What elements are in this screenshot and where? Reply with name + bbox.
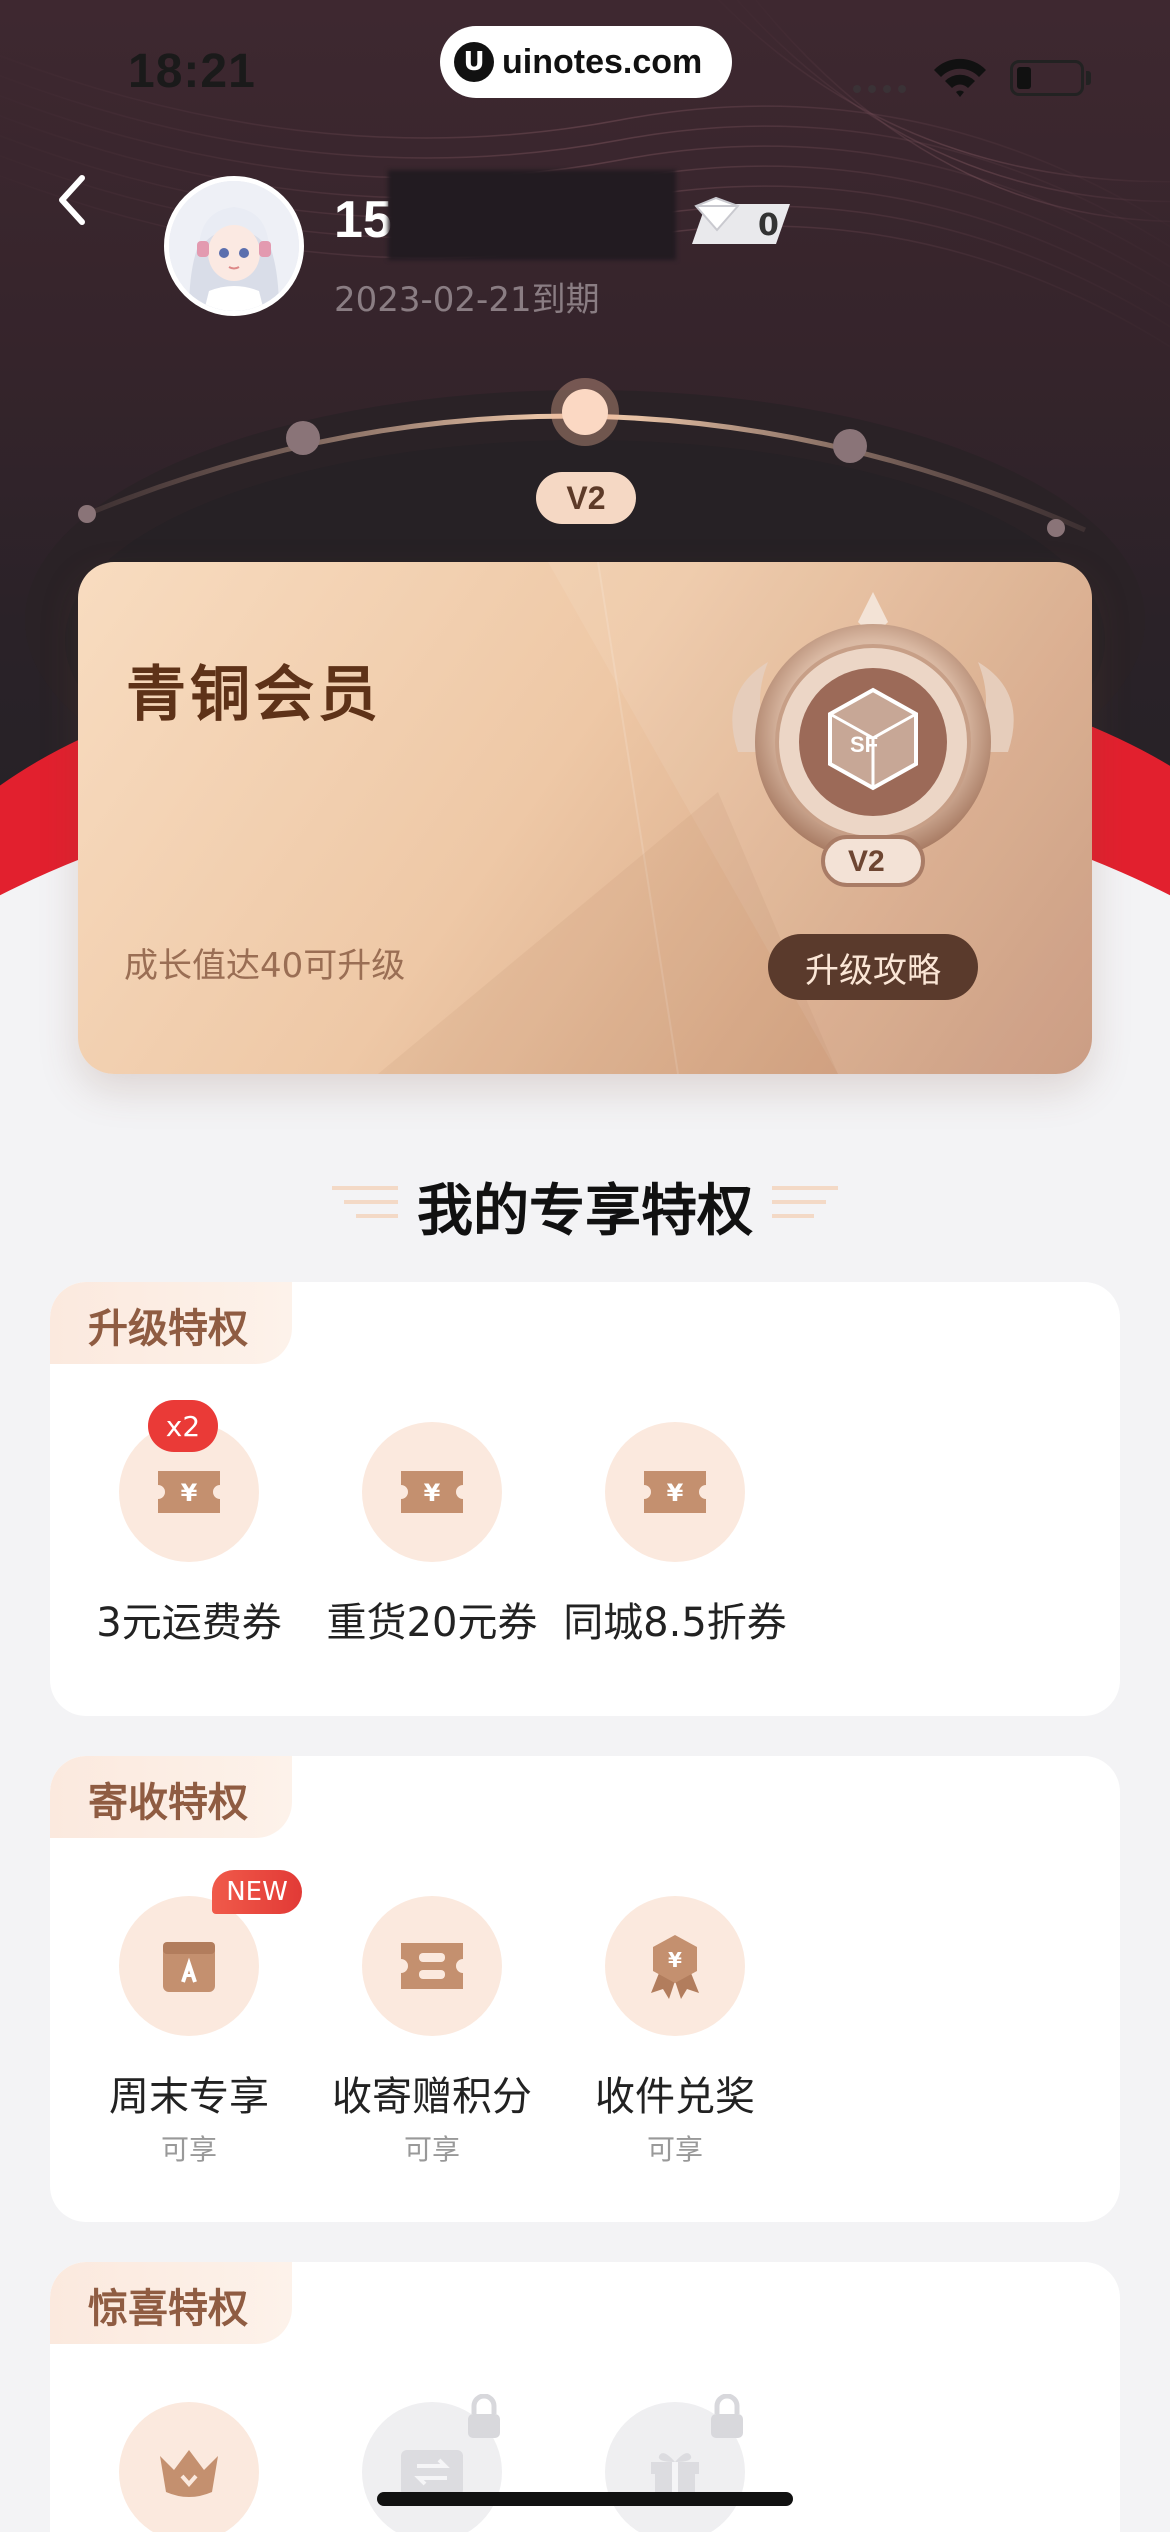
coupon-icon: ¥ xyxy=(605,1422,745,1562)
prize-ribbon-icon: ¥ xyxy=(605,1896,745,2036)
heading-decoration-right xyxy=(772,1186,838,1218)
perk-receive-prize[interactable]: ¥ 收件兑奖 可享 xyxy=(555,1896,795,2168)
lock-icon xyxy=(468,2394,500,2438)
battery-icon xyxy=(1010,60,1084,96)
bronze-medal-icon: SF V2 xyxy=(732,592,1014,887)
multiplier-badge: x2 xyxy=(148,1400,218,1452)
battery-cap xyxy=(1086,71,1091,85)
vip-diamond-badge xyxy=(692,196,790,244)
panel-title: 寄收特权 xyxy=(88,1780,248,1826)
perk-weekend-exclusive[interactable]: 周末专享 可享 xyxy=(69,1896,309,2168)
perk-crown[interactable] xyxy=(69,2402,309,2532)
svg-text:¥: ¥ xyxy=(424,1479,441,1507)
new-badge: NEW xyxy=(212,1870,302,1914)
svg-text:¥: ¥ xyxy=(181,1479,198,1507)
anime-avatar-image xyxy=(169,181,299,311)
svg-text:¥: ¥ xyxy=(667,1479,684,1507)
level-node-v3 xyxy=(833,429,867,463)
wifi-icon xyxy=(934,58,986,97)
current-level-tag: V2 xyxy=(536,472,636,524)
perk-label: 重货20元券 xyxy=(326,1600,538,1646)
perk-exchange-locked[interactable] xyxy=(312,2402,552,2532)
membership-expiry: 2023-02-21到期 xyxy=(334,280,600,320)
site-logo-icon: U xyxy=(454,42,494,82)
perk-label: 收件兑奖 xyxy=(595,2074,755,2120)
perk-gift-locked[interactable] xyxy=(555,2402,795,2532)
status-time: 18:21 xyxy=(128,45,256,98)
perk-shipping-coupon[interactable]: ¥ 3元运费券 xyxy=(69,1422,309,1648)
crown-icon xyxy=(119,2402,259,2532)
points-ticket-icon xyxy=(362,1896,502,2036)
perk-label: 同城8.5折券 xyxy=(563,1600,787,1646)
shipping-perks-panel: 寄收特权 周末专享 可享 收寄赠积分 可享 ¥ 收件兑奖 可享 xyxy=(50,1756,1120,2222)
perk-heavy-cargo-coupon[interactable]: ¥ 重货20元券 xyxy=(312,1422,552,1648)
site-badge-text: uinotes.com xyxy=(502,42,703,81)
level-progress-track xyxy=(78,378,1087,537)
level-node-current xyxy=(562,389,608,435)
level-node-v1 xyxy=(286,421,320,455)
level-node-v4 xyxy=(1047,519,1065,537)
perk-status: 可享 xyxy=(646,2133,703,2166)
exclusive-perks-heading: 我的专享特权 xyxy=(417,1179,753,1244)
member-level-card: 青铜会员 成长值达40可升级 升级攻略 SF V2 xyxy=(78,562,1092,1074)
perk-same-city-coupon[interactable]: ¥ 同城8.5折券 xyxy=(555,1422,795,1648)
cellular-signal-icon xyxy=(853,85,906,93)
calendar-box-icon xyxy=(119,1896,259,2036)
avatar[interactable] xyxy=(164,176,304,316)
back-arrow-icon[interactable] xyxy=(48,170,98,230)
svg-text:¥: ¥ xyxy=(668,1948,682,1972)
panel-title: 升级特权 xyxy=(88,1306,248,1352)
perk-label: 3元运费券 xyxy=(96,1600,282,1646)
svg-text:SF: SF xyxy=(850,732,878,757)
perk-status: 可享 xyxy=(160,2133,217,2166)
site-badge: U uinotes.com xyxy=(440,26,732,98)
perk-status: 可享 xyxy=(403,2133,460,2166)
member-tier-title: 青铜会员 xyxy=(126,660,382,730)
upgrade-hint: 成长值达40可升级 xyxy=(124,946,406,986)
upgrade-perks-panel: 升级特权 ¥ 3元运费券 ¥ 重货20元券 ¥ 同城8.5折券 xyxy=(50,1282,1120,1716)
level-node-v0 xyxy=(78,505,96,523)
home-indicator[interactable] xyxy=(377,2492,793,2506)
perk-label: 收寄赠积分 xyxy=(332,2074,532,2120)
user-name: 15 xyxy=(334,191,392,249)
redacted-phone-mask xyxy=(388,170,676,260)
coupon-icon: ¥ xyxy=(362,1422,502,1562)
perk-label: 周末专享 xyxy=(109,2074,269,2120)
lock-icon xyxy=(711,2394,743,2438)
perk-points-bonus[interactable]: 收寄赠积分 可享 xyxy=(312,1896,552,2168)
medal-level-text: V2 xyxy=(848,845,885,878)
panel-title: 惊喜特权 xyxy=(88,2286,248,2332)
upgrade-guide-button[interactable]: 升级攻略 xyxy=(768,934,978,1000)
vip-count: 0 xyxy=(758,208,779,243)
